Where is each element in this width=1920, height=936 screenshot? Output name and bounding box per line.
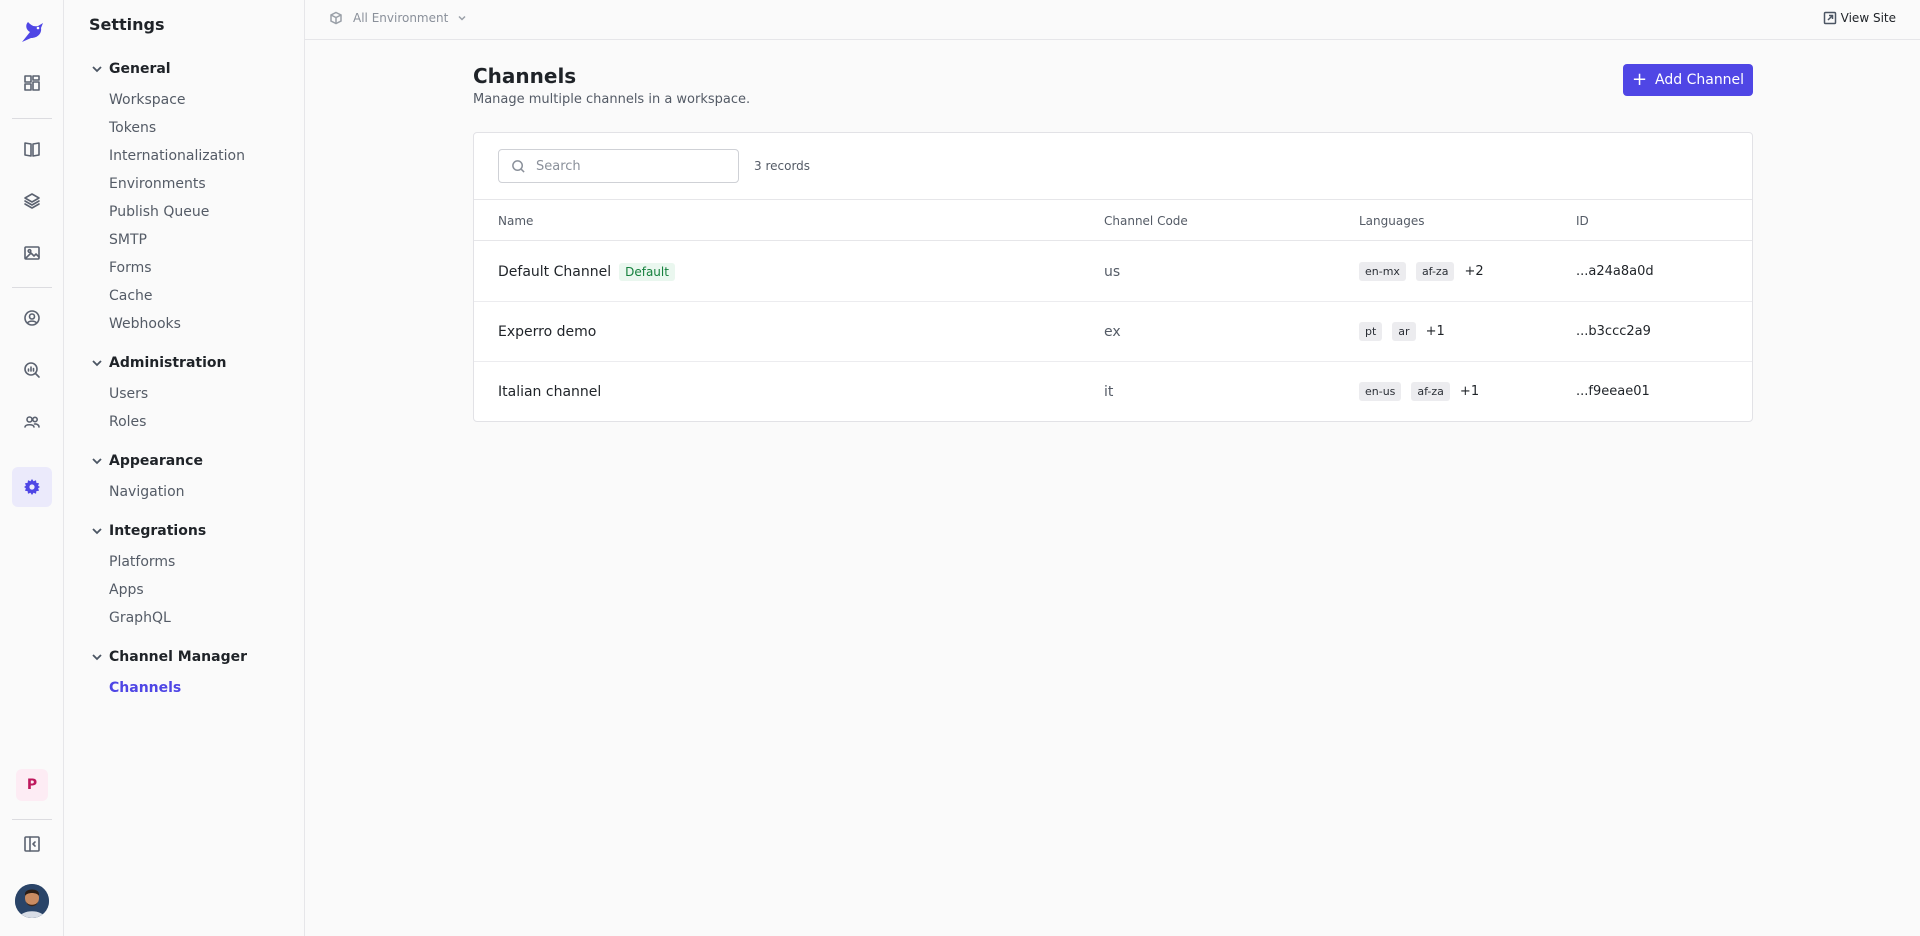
chevron-down-icon	[89, 61, 105, 77]
channel-name-cell: Italian channel	[498, 362, 601, 421]
sidebar-item-forms[interactable]: Forms	[109, 260, 152, 276]
plus-icon: +	[1631, 69, 1648, 90]
sidebar-item-publish-queue[interactable]: Publish Queue	[109, 204, 209, 220]
sidebar-item-users[interactable]: Users	[109, 386, 148, 402]
sidebar-item-webhooks[interactable]: Webhooks	[109, 316, 181, 332]
logo-bird-icon[interactable]	[16, 16, 48, 48]
environment-selector[interactable]: All Environment	[329, 11, 468, 25]
sidebar-item-apps[interactable]: Apps	[109, 582, 144, 598]
sidebar-item-workspace[interactable]: Workspace	[109, 92, 186, 108]
channel-code: it	[1104, 383, 1114, 400]
table-row[interactable]: Experro demo ex pt ar +1 ...b3ccc2a9	[474, 302, 1752, 362]
channel-name-cell: Default Channel Default	[498, 242, 675, 301]
channel-id: ...b3ccc2a9	[1576, 324, 1651, 339]
channel-name[interactable]: Experro demo	[498, 324, 596, 340]
sidebar-item-roles[interactable]: Roles	[109, 414, 146, 430]
sidebar-item-graphql[interactable]: GraphQL	[109, 610, 171, 626]
dashboard-grid-icon[interactable]	[12, 63, 52, 103]
records-count: 3 records	[754, 159, 811, 173]
language-chip: pt	[1359, 322, 1383, 341]
analytics-search-icon[interactable]	[12, 350, 52, 390]
cube-icon	[330, 11, 342, 25]
settings-sidebar: Settings General Workspace Tokens Intern…	[65, 0, 305, 936]
chevron-down-icon	[89, 453, 105, 469]
group-appearance[interactable]: Appearance	[89, 453, 203, 469]
book-icon[interactable]	[12, 129, 52, 169]
languages-cell: en-us af-za +1	[1359, 362, 1479, 421]
environment-label: All Environment	[353, 11, 449, 25]
more-languages-count[interactable]: +1	[1426, 324, 1445, 339]
chevron-down-icon	[89, 355, 105, 371]
language-chip: af-za	[1415, 262, 1455, 281]
languages-cell: pt ar +1	[1359, 302, 1445, 361]
chevron-down-icon	[458, 15, 466, 21]
user-initial-badge[interactable]: P	[16, 769, 48, 801]
add-channel-label: Add Channel	[1655, 72, 1745, 88]
collapse-sidebar-icon[interactable]	[12, 824, 52, 864]
default-badge: Default	[619, 262, 675, 281]
layers-icon[interactable]	[12, 181, 52, 221]
channel-code: ex	[1104, 323, 1121, 340]
top-bar: All Environment View Site	[305, 0, 1920, 40]
view-site-label: View Site	[1840, 11, 1896, 25]
user-circle-icon[interactable]	[12, 298, 52, 338]
column-header-channel-code[interactable]: Channel Code	[1104, 214, 1188, 228]
channel-id: ...a24a8a0d	[1576, 264, 1654, 279]
settings-gear-icon[interactable]	[12, 467, 52, 507]
more-languages-count[interactable]: +1	[1460, 384, 1479, 399]
image-icon[interactable]	[12, 233, 52, 273]
channel-id: ...f9eeae01	[1576, 384, 1650, 399]
channel-name[interactable]: Italian channel	[498, 384, 601, 400]
search-box[interactable]	[498, 149, 739, 183]
channel-name[interactable]: Default Channel	[498, 264, 611, 280]
sidebar-item-channels[interactable]: Channels	[109, 680, 181, 696]
language-chip: ar	[1392, 322, 1416, 341]
channel-name-cell: Experro demo	[498, 302, 596, 361]
chevron-down-icon	[89, 523, 105, 539]
search-input[interactable]	[536, 158, 716, 174]
view-site-link[interactable]: View Site	[1823, 11, 1896, 25]
sidebar-item-tokens[interactable]: Tokens	[109, 120, 156, 136]
avatar[interactable]	[15, 884, 49, 918]
language-chip: af-za	[1411, 382, 1450, 401]
sidebar-item-navigation[interactable]: Navigation	[109, 484, 185, 500]
column-header-languages[interactable]: Languages	[1359, 214, 1424, 228]
column-header-name[interactable]: Name	[498, 214, 533, 228]
users-icon[interactable]	[12, 402, 52, 442]
language-chip: en-us	[1359, 382, 1402, 401]
icon-rail: P	[0, 0, 64, 936]
sidebar-item-platforms[interactable]: Platforms	[109, 554, 175, 570]
languages-cell: en-mx af-za +2	[1359, 242, 1484, 301]
group-channel-manager[interactable]: Channel Manager	[89, 649, 247, 665]
sidebar-item-cache[interactable]: Cache	[109, 288, 153, 304]
external-link-icon	[1823, 11, 1836, 25]
group-administration[interactable]: Administration	[89, 355, 226, 371]
sidebar-item-smtp[interactable]: SMTP	[109, 232, 147, 248]
page-subtitle: Manage multiple channels in a workspace.	[473, 92, 751, 107]
search-icon	[512, 159, 525, 173]
page-title: Channels	[473, 64, 577, 88]
sidebar-item-internationalization[interactable]: Internationalization	[109, 148, 245, 164]
table-header: Name Channel Code Languages ID	[474, 199, 1752, 241]
column-header-id[interactable]: ID	[1576, 214, 1589, 228]
language-chip: en-mx	[1359, 262, 1406, 281]
group-integrations[interactable]: Integrations	[89, 523, 206, 539]
group-general[interactable]: General	[89, 61, 171, 77]
channel-code: us	[1104, 263, 1121, 280]
chevron-down-icon	[89, 649, 105, 665]
sidebar-item-environments[interactable]: Environments	[109, 176, 206, 192]
channels-table-card: 3 records Name Channel Code Languages ID…	[473, 132, 1753, 422]
table-row[interactable]: Italian channel it en-us af-za +1 ...f9e…	[474, 362, 1752, 422]
add-channel-button[interactable]: + Add Channel	[1623, 64, 1753, 96]
table-row[interactable]: Default Channel Default us en-mx af-za +…	[474, 242, 1752, 302]
more-languages-count[interactable]: +2	[1464, 264, 1483, 279]
sidebar-title: Settings	[89, 15, 165, 34]
